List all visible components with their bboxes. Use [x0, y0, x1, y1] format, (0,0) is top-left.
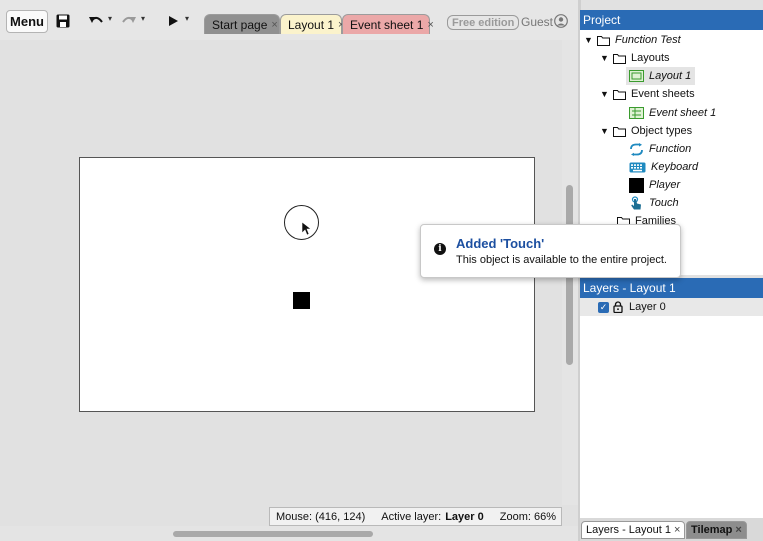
tree-item-label: Player: [649, 179, 681, 191]
tree-item-function[interactable]: Function: [626, 140, 691, 158]
info-icon: i: [434, 243, 446, 255]
player-object[interactable]: [293, 292, 310, 309]
tree-item-layouts-folder[interactable]: ▼ Layouts: [600, 49, 670, 67]
expand-triangle-icon[interactable]: ▼: [584, 35, 594, 45]
tab-label: Layout 1: [288, 17, 335, 32]
tree-item-label: Keyboard: [651, 161, 699, 173]
notification-toast[interactable]: i Added 'Touch' This object is available…: [420, 224, 681, 278]
horizontal-scrollbar-thumb[interactable]: [173, 531, 373, 537]
folder-icon: [613, 53, 626, 64]
function-icon: [629, 142, 644, 156]
player-sprite-icon: [629, 177, 644, 193]
notification-title: Added 'Touch': [456, 236, 545, 251]
tree-item-touch[interactable]: Touch: [626, 194, 679, 212]
layer-row[interactable]: ✓ Layer 0: [580, 298, 763, 316]
play-dropdown-caret[interactable]: ▾: [185, 14, 189, 23]
zoom-level: Zoom: 66%: [499, 510, 556, 523]
undo-icon[interactable]: [88, 10, 104, 32]
tab-label: Event sheet 1: [350, 17, 424, 32]
expand-triangle-icon[interactable]: ▼: [600, 53, 610, 63]
folder-icon: [613, 89, 626, 100]
close-icon[interactable]: ×: [427, 19, 433, 31]
redo-icon[interactable]: [121, 10, 137, 32]
bottom-panel-tabs: Layers - Layout 1 × Tilemap ×: [580, 518, 763, 541]
play-icon[interactable]: [167, 10, 179, 32]
tree-item-event-sheets-folder[interactable]: ▼ Event sheets: [600, 85, 695, 103]
expand-triangle-icon[interactable]: ▼: [600, 89, 610, 99]
event-sheet-icon: [629, 107, 644, 119]
tab-label: Layers - Layout 1: [586, 524, 671, 536]
mouse-position: Mouse: (416, 124): [276, 510, 366, 523]
close-icon[interactable]: ×: [271, 19, 277, 31]
tree-item-label: Touch: [649, 197, 679, 209]
tab-layers-layout-1[interactable]: Layers - Layout 1 ×: [581, 521, 685, 539]
mouse-cursor-icon: [301, 221, 312, 239]
editor-horizontal-scrollbar[interactable]: [0, 526, 578, 541]
folder-icon: [613, 126, 626, 137]
save-icon[interactable]: [56, 10, 70, 32]
user-icon[interactable]: [554, 14, 568, 31]
tree-folder-label: Layouts: [631, 52, 670, 64]
expand-triangle-icon[interactable]: ▼: [600, 126, 610, 136]
tree-item-label: Event sheet 1: [649, 107, 717, 119]
folder-icon: [597, 35, 610, 46]
tab-event-sheet-1[interactable]: Event sheet 1 ×: [342, 14, 434, 34]
undo-dropdown-caret[interactable]: ▾: [108, 14, 112, 23]
close-icon[interactable]: ×: [674, 524, 680, 536]
layers-panel-header: Layers - Layout 1: [580, 278, 763, 298]
menu-button[interactable]: Menu: [6, 10, 48, 33]
tree-item-layout-1[interactable]: Layout 1: [626, 67, 696, 85]
tab-label: Tilemap: [691, 524, 733, 536]
tree-folder-label: Object types: [631, 125, 693, 137]
tab-start-page[interactable]: Start page ×: [204, 14, 280, 34]
tree-item-root[interactable]: ▼ Function Test: [584, 31, 681, 49]
tree-folder-label: Event sheets: [631, 88, 695, 100]
tree-item-keyboard[interactable]: Keyboard: [626, 158, 698, 176]
keyboard-icon: [629, 162, 646, 173]
tab-tilemap[interactable]: Tilemap ×: [686, 521, 747, 539]
free-edition-badge[interactable]: Free edition: [447, 15, 520, 30]
layer-name: Layer 0: [629, 301, 666, 313]
layout-icon: [629, 70, 644, 82]
active-layer-value: Layer 0: [445, 510, 484, 523]
redo-dropdown-caret[interactable]: ▾: [141, 14, 145, 23]
lock-icon[interactable]: [613, 301, 623, 313]
main-toolbar: Menu ▾ ▾ ▾ Start page × Layout 1 × Event…: [0, 0, 578, 40]
tree-item-label: Function: [649, 143, 692, 155]
tree-root-label: Function Test: [615, 34, 681, 46]
layers-panel: Layers - Layout 1 ✓ Layer 0: [580, 278, 763, 518]
tree-item-player[interactable]: Player: [626, 176, 680, 194]
notification-body: This object is available to the entire p…: [456, 254, 667, 266]
status-bar: Mouse: (416, 124) Active layer: Layer 0 …: [269, 507, 562, 526]
layer-visible-checkbox[interactable]: ✓: [598, 301, 609, 313]
guest-label[interactable]: Guest: [521, 15, 553, 29]
tree-item-label: Layout 1: [649, 70, 692, 82]
project-panel-header: Project: [580, 10, 763, 30]
layout-canvas[interactable]: [79, 157, 535, 412]
touch-icon: [629, 195, 644, 211]
tab-label: Start page: [212, 17, 268, 32]
tree-item-object-types-folder[interactable]: ▼ Object types: [600, 122, 692, 140]
tree-item-event-sheet-1[interactable]: Event sheet 1: [626, 104, 716, 122]
active-layer-label: Active layer:: [381, 510, 442, 523]
close-icon[interactable]: ×: [735, 524, 741, 536]
tab-layout-1[interactable]: Layout 1 ×: [280, 14, 344, 34]
